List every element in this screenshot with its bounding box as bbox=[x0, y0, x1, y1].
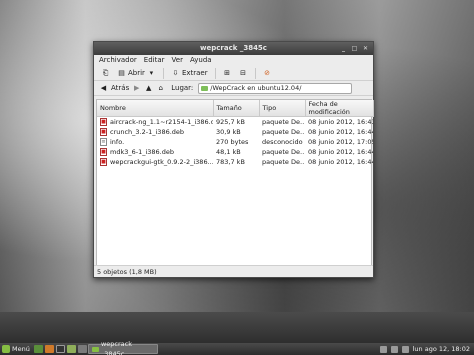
column-header-size[interactable]: Tamaño bbox=[213, 100, 260, 117]
file-name: mdk3_6-1_i386.deb bbox=[110, 147, 175, 156]
up-arrow-icon[interactable]: ▲ bbox=[144, 84, 153, 93]
wallpaper-bench bbox=[0, 312, 474, 343]
file-type: paquete De… bbox=[262, 117, 305, 126]
archive-icon bbox=[92, 346, 99, 352]
file-type: paquete De… bbox=[262, 147, 305, 156]
files-icon[interactable] bbox=[67, 345, 76, 353]
file-size: 783,7 kB bbox=[216, 157, 245, 166]
deb-package-icon: ■ bbox=[100, 127, 107, 136]
volume-icon[interactable] bbox=[390, 345, 398, 353]
file-size: 48,1 kB bbox=[216, 147, 241, 156]
table-row[interactable]: ■ wepcrackgui-gtk_0.9.2-2_i386... 783,7 k… bbox=[97, 157, 373, 167]
mint-logo-icon bbox=[2, 345, 10, 353]
firefox-icon[interactable] bbox=[45, 345, 54, 353]
terminal-icon[interactable] bbox=[56, 345, 65, 353]
extract-button[interactable]: ⇩ Extraer bbox=[169, 67, 210, 80]
toolbar-separator bbox=[254, 67, 256, 79]
table-row[interactable]: ■ mdk3_6-1_i386.deb 48,1 kB paquete De… 0… bbox=[97, 147, 373, 157]
stop-icon: ⊘ bbox=[264, 68, 271, 77]
file-date: 08 junio 2012, 16:44 bbox=[308, 127, 373, 136]
app-icon[interactable] bbox=[78, 345, 87, 353]
file-roller-window: wepcrack _3845c _ □ ✕ Archivador Editar … bbox=[93, 41, 374, 278]
window-title: wepcrack _3845c bbox=[200, 44, 267, 52]
table-row[interactable]: ■ aircrack-ng_1.1~r2154-1_i386.deb 925,7 … bbox=[97, 117, 373, 127]
add-folder-button[interactable]: ⊟ bbox=[237, 67, 250, 80]
table-row[interactable]: ≡ info. 270 bytes desconocido 08 junio 20… bbox=[97, 137, 373, 147]
file-type: desconocido bbox=[262, 137, 303, 146]
deb-package-icon: ■ bbox=[100, 117, 107, 126]
open-label: Abrir bbox=[128, 68, 145, 77]
file-size: 270 bytes bbox=[216, 137, 249, 146]
folder-icon bbox=[201, 85, 209, 91]
deb-package-icon: ■ bbox=[100, 147, 107, 156]
window-titlebar[interactable]: wepcrack _3845c _ □ ✕ bbox=[94, 42, 373, 55]
menu-editar[interactable]: Editar bbox=[144, 55, 165, 66]
open-button[interactable]: ▤ Abrir ▾ bbox=[115, 67, 158, 80]
chevron-down-icon: ▾ bbox=[149, 68, 154, 77]
extract-label: Extraer bbox=[181, 68, 208, 77]
menu-ver[interactable]: Ver bbox=[172, 55, 183, 66]
stop-button[interactable]: ⊘ bbox=[261, 67, 274, 80]
forward-arrow-icon[interactable]: ▶ bbox=[132, 84, 141, 93]
text-file-icon: ≡ bbox=[100, 137, 107, 146]
system-tray: lun ago 12, 18:02 bbox=[379, 343, 470, 355]
file-date: 08 junio 2012, 16:44 bbox=[308, 147, 373, 156]
location-bar: ◀ Atrás ▶ ▲ ⌂ Lugar: /WepCrack en ubuntu… bbox=[94, 81, 373, 96]
add-files-button[interactable]: ⊞ bbox=[221, 67, 234, 80]
menu-label: Menú bbox=[12, 345, 30, 353]
file-name: crunch_3.2-1_i386.deb bbox=[110, 127, 185, 136]
column-header-name[interactable]: Nombre bbox=[97, 100, 214, 117]
toolbar: ⎗ ▤ Abrir ▾ ⇩ Extraer ⊞ ⊟ ⊘ bbox=[94, 66, 373, 81]
file-date: 08 junio 2012, 16:44 bbox=[308, 157, 373, 166]
column-header-date[interactable]: Fecha de modificación bbox=[305, 100, 374, 117]
back-label[interactable]: Atrás bbox=[111, 84, 129, 92]
task-label: wepcrack _3845c bbox=[100, 340, 132, 355]
file-list: Nombre Tamaño Tipo Fecha de modificación… bbox=[96, 99, 374, 266]
menu-archivador[interactable]: Archivador bbox=[99, 55, 137, 66]
location-path: /WepCrack en ubuntu12.04/ bbox=[210, 84, 302, 92]
network-icon[interactable] bbox=[379, 345, 387, 353]
toolbar-separator bbox=[162, 67, 164, 79]
file-type: paquete De… bbox=[262, 157, 305, 166]
extract-icon: ⇩ bbox=[172, 68, 179, 77]
new-archive-button[interactable]: ⎗ bbox=[99, 67, 112, 80]
add-folder-icon: ⊟ bbox=[240, 68, 247, 77]
add-files-icon: ⊞ bbox=[224, 68, 231, 77]
file-type: paquete De… bbox=[262, 127, 305, 136]
taskbar-button-wepcrack[interactable]: wepcrack _3845c bbox=[88, 340, 158, 355]
file-name: aircrack-ng_1.1~r2154-1_i386.deb bbox=[110, 117, 213, 126]
file-size: 30,9 kB bbox=[216, 127, 241, 136]
open-folder-icon: ▤ bbox=[118, 68, 125, 77]
battery-icon[interactable] bbox=[401, 345, 409, 353]
bottom-panel: Menú wepcrack _3845c lun ago 12, 18:02 bbox=[0, 340, 474, 355]
menubar: Archivador Editar Ver Ayuda bbox=[94, 55, 373, 66]
show-desktop-icon[interactable] bbox=[34, 345, 43, 353]
column-header-type[interactable]: Tipo bbox=[259, 100, 306, 117]
new-archive-icon: ⎗ bbox=[102, 68, 109, 77]
back-arrow-icon[interactable]: ◀ bbox=[99, 84, 108, 93]
toolbar-separator bbox=[214, 67, 216, 79]
file-date: 08 junio 2012, 17:05 bbox=[308, 137, 373, 146]
deb-package-icon: ■ bbox=[100, 157, 107, 166]
clock[interactable]: lun ago 12, 18:02 bbox=[413, 343, 470, 355]
location-label: Lugar: bbox=[171, 84, 194, 92]
maximize-button[interactable]: □ bbox=[350, 44, 359, 53]
menu-ayuda[interactable]: Ayuda bbox=[190, 55, 212, 66]
table-row[interactable]: ■ crunch_3.2-1_i386.deb 30,9 kB paquete D… bbox=[97, 127, 373, 137]
status-bar: 5 objetos (1,8 MB) bbox=[94, 265, 373, 277]
file-date: 08 junio 2012, 16:43 bbox=[308, 117, 373, 126]
close-button[interactable]: ✕ bbox=[361, 44, 370, 53]
minimize-button[interactable]: _ bbox=[339, 44, 348, 53]
panel-launchers bbox=[34, 345, 87, 353]
file-size: 925,7 kB bbox=[216, 117, 245, 126]
home-icon[interactable]: ⌂ bbox=[156, 84, 165, 93]
menu-button[interactable]: Menú bbox=[2, 343, 30, 355]
file-name: info. bbox=[110, 137, 125, 146]
file-name: wepcrackgui-gtk_0.9.2-2_i386... bbox=[110, 157, 213, 166]
location-input[interactable]: /WepCrack en ubuntu12.04/ bbox=[198, 82, 353, 94]
